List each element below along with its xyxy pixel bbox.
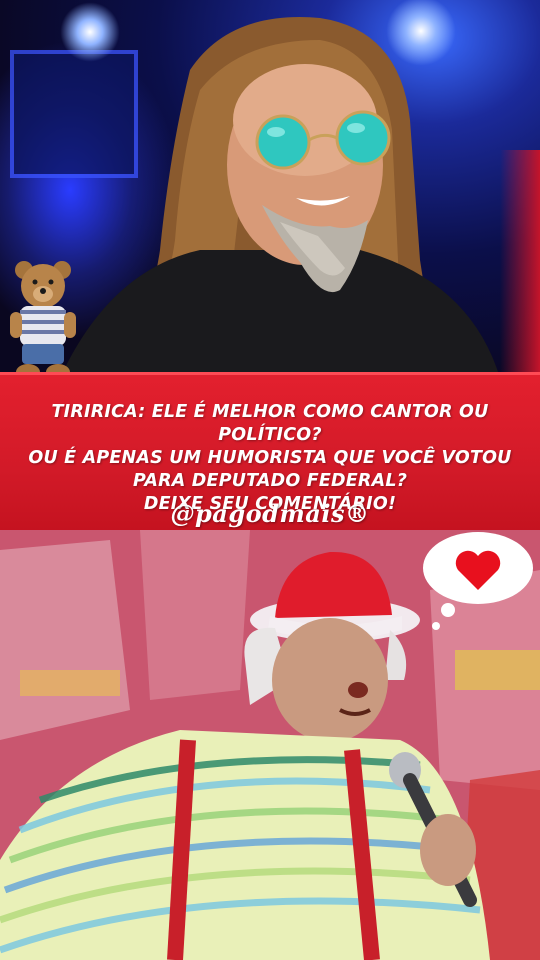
caption-banner: TIRIRICA: ELE É MELHOR COMO CANTOR OU PO… — [0, 372, 540, 533]
caption-line: OU É APENAS UM HUMORISTA QUE VOCÊ VOTOU — [28, 448, 512, 468]
teddy-bear-sticker — [10, 261, 76, 380]
caption-line: PARA DEPUTADO FEDERAL? — [132, 471, 408, 491]
account-handle: @pagodmais® — [170, 499, 370, 528]
top-photo-singer — [0, 0, 540, 378]
thought-bubble-icon — [423, 532, 533, 630]
singer-figure — [60, 17, 500, 378]
caption-line: TIRIRICA: ELE É MELHOR COMO CANTOR OU PO… — [51, 402, 489, 445]
